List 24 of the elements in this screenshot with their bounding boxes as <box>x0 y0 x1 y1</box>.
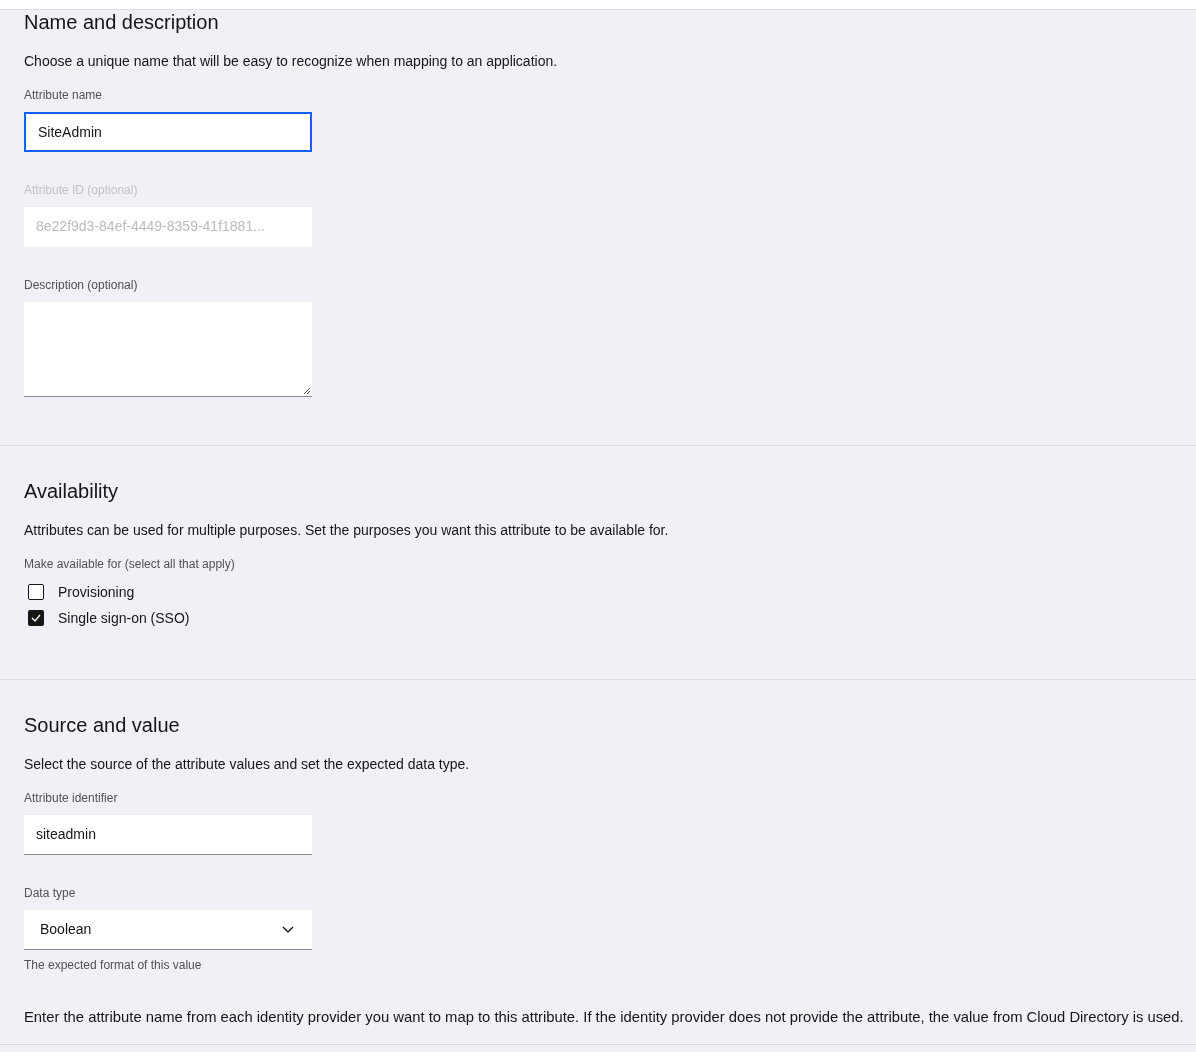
checkmark-icon <box>31 614 41 622</box>
field-label: Make available for (select all that apply) <box>24 556 236 573</box>
helper-text: The expected format of this value <box>24 957 203 974</box>
section-heading: Availability <box>24 480 120 502</box>
field-label: Description (optional) <box>24 277 139 294</box>
section-description: Choose a unique name that will be easy to recognize when mapping to an application. <box>24 52 559 71</box>
textarea-field[interactable] <box>24 302 312 397</box>
data-type-dropdown[interactable]: Boolean <box>24 910 312 950</box>
section-description: Attributes can be used for multiple purposes. Set the purposes you want this attribute to be available for. <box>24 521 670 540</box>
section-heading: Source and value <box>24 714 181 736</box>
checkbox-label: Single sign-on (SSO) <box>58 608 190 628</box>
section-heading: Name and description <box>24 11 220 33</box>
field-label: Attribute name <box>24 87 104 104</box>
field-label: Attribute identifier <box>24 790 119 807</box>
section-description: Select the source of the attribute values and set the expected data type. <box>24 755 471 774</box>
checkbox[interactable] <box>28 584 44 600</box>
field-label: Data type <box>24 885 77 902</box>
resize-handle-icon[interactable] <box>303 387 311 395</box>
checkbox[interactable] <box>28 610 44 626</box>
text-input-field[interactable]: siteadmin <box>24 815 312 855</box>
checkbox-label: Provisioning <box>58 582 135 602</box>
chevron-down-icon <box>282 926 294 933</box>
instruction-text: Enter the attribute name from each identity provider you want to map to this attribute. If the identity provider does not provide the attribute, the value from Cloud Directory is used. <box>24 1008 1185 1027</box>
text-input-field[interactable]: SiteAdmin <box>24 112 312 152</box>
